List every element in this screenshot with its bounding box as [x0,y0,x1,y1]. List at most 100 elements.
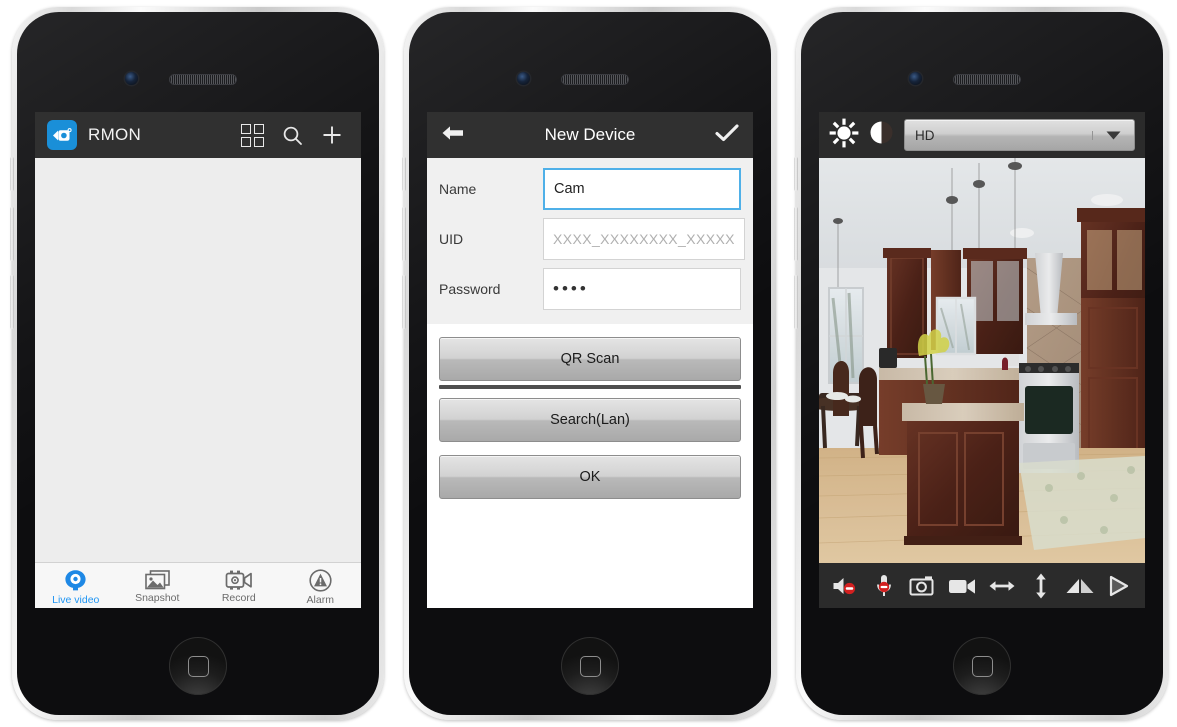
phone-volume-down-button[interactable] [794,275,798,329]
live-view-header: HD [819,112,1145,158]
phone-volume-down-button[interactable] [10,275,14,329]
screenshot-stage: RMON Live video Snapshot Record Alarm Ne… [0,0,1177,727]
brightness-sun-icon [829,118,859,147]
video-control-bar [819,563,1145,608]
new-device-header: New Device [427,112,753,158]
mirror-button[interactable] [1064,570,1096,602]
uid-label: UID [439,231,464,247]
add-device-button[interactable] [315,118,349,152]
password-input-value: •••• [553,279,589,298]
action-buttons: QR Scan Search(Lan) OK [427,324,753,499]
earpiece-speaker-icon [953,74,1021,85]
password-input[interactable]: •••• [543,268,741,310]
phone-volume-down-button[interactable] [402,275,406,329]
contrast-button[interactable] [869,120,894,150]
home-button[interactable] [561,637,619,695]
tab-label: Alarm [306,593,334,606]
speaker-muted-icon [833,577,855,594]
form-row-password: Password •••• [439,268,741,310]
kitchen-scene-image [819,158,1145,563]
checkmark-icon [715,123,739,141]
grid-view-icon [240,123,264,147]
device-list[interactable] [35,158,361,562]
home-button[interactable] [169,637,227,695]
form-row-uid: UID XXXX_XXXXXXXX_XXXXX [439,218,745,260]
video-quality-select[interactable]: HD [904,119,1135,151]
bottom-tab-bar: Live video Snapshot Record Alarm [35,562,361,608]
phone-device-list: RMON Live video Snapshot Record Alarm [10,7,384,720]
name-input-value: Cam [554,181,585,197]
snapshot-icon [144,570,170,590]
video-quality-value: HD [915,127,935,143]
snapshot-button[interactable] [907,570,939,602]
confirm-button[interactable] [715,123,739,148]
play-icon [1110,575,1129,596]
screen-device-list: RMON Live video Snapshot Record Alarm [35,112,361,608]
back-button[interactable] [441,124,465,147]
uid-input-placeholder: XXXX_XXXXXXXX_XXXXX [553,231,735,247]
grid-view-button[interactable] [235,118,269,152]
tab-label: Snapshot [135,592,180,604]
home-button-glyph [187,655,209,677]
mirror-flip-icon [1066,578,1094,593]
phone-volume-up-button[interactable] [402,207,406,261]
page-title: New Device [544,125,636,144]
button-divider [439,385,741,389]
search-lan-button[interactable]: Search(Lan) [439,398,741,442]
microphone-muted-icon [876,574,891,596]
ok-button[interactable]: OK [439,455,741,499]
tab-snapshot[interactable]: Snapshot [117,563,199,608]
app-header: RMON [35,112,361,158]
video-record-icon [949,578,976,594]
front-camera-icon [909,72,922,85]
play-button[interactable] [1103,570,1135,602]
tab-live-video[interactable]: Live video [35,563,117,608]
search-icon [283,126,302,145]
phone-silent-switch[interactable] [402,157,406,191]
live-video-icon [65,569,86,590]
phone-silent-switch[interactable] [10,157,14,191]
speaker-toggle[interactable] [829,570,861,602]
phone-silent-switch[interactable] [794,157,798,191]
form-empty-space [427,512,753,608]
pan-horizontal-button[interactable] [986,570,1018,602]
tab-label: Live video [52,593,100,606]
front-camera-icon [125,72,138,85]
alarm-icon [309,568,332,592]
phone-new-device: New Device Name Cam UID XXXX_XXXXXXXX_XX… [402,7,776,720]
live-video-feed[interactable] [819,158,1145,563]
home-button[interactable] [953,637,1011,695]
uid-input[interactable]: XXXX_XXXXXXXX_XXXXX [543,218,745,260]
earpiece-speaker-icon [561,74,629,85]
tab-record[interactable]: Record [198,563,280,608]
microphone-toggle[interactable] [868,570,900,602]
camcorder-app-icon [47,120,77,150]
tab-label: Record [221,592,256,604]
back-arrow-icon [442,125,463,140]
search-button[interactable] [275,118,309,152]
screen-live-view: HD [819,112,1145,608]
earpiece-speaker-icon [169,74,237,85]
tab-alarm[interactable]: Alarm [280,563,362,608]
brightness-button[interactable] [829,118,859,153]
record-button[interactable] [946,570,978,602]
name-label: Name [439,181,477,197]
chevron-down-icon [1092,130,1134,140]
record-icon [225,570,252,590]
pan-horizontal-icon [989,580,1015,591]
qr-scan-button[interactable]: QR Scan [439,337,741,381]
app-title: RMON [88,125,142,144]
password-label: Password [439,281,501,297]
device-form: Name Cam UID XXXX_XXXXXXXX_XXXXX Passwor… [427,158,753,324]
phone-volume-up-button[interactable] [794,207,798,261]
phone-volume-up-button[interactable] [10,207,14,261]
home-button-glyph [579,655,601,677]
home-button-glyph [971,655,993,677]
camera-snapshot-icon [909,575,934,595]
name-input[interactable]: Cam [543,168,741,210]
contrast-icon [870,121,893,144]
tilt-vertical-button[interactable] [1025,570,1057,602]
front-camera-icon [517,72,530,85]
screen-new-device: New Device Name Cam UID XXXX_XXXXXXXX_XX… [427,112,753,608]
plus-icon [323,126,341,144]
